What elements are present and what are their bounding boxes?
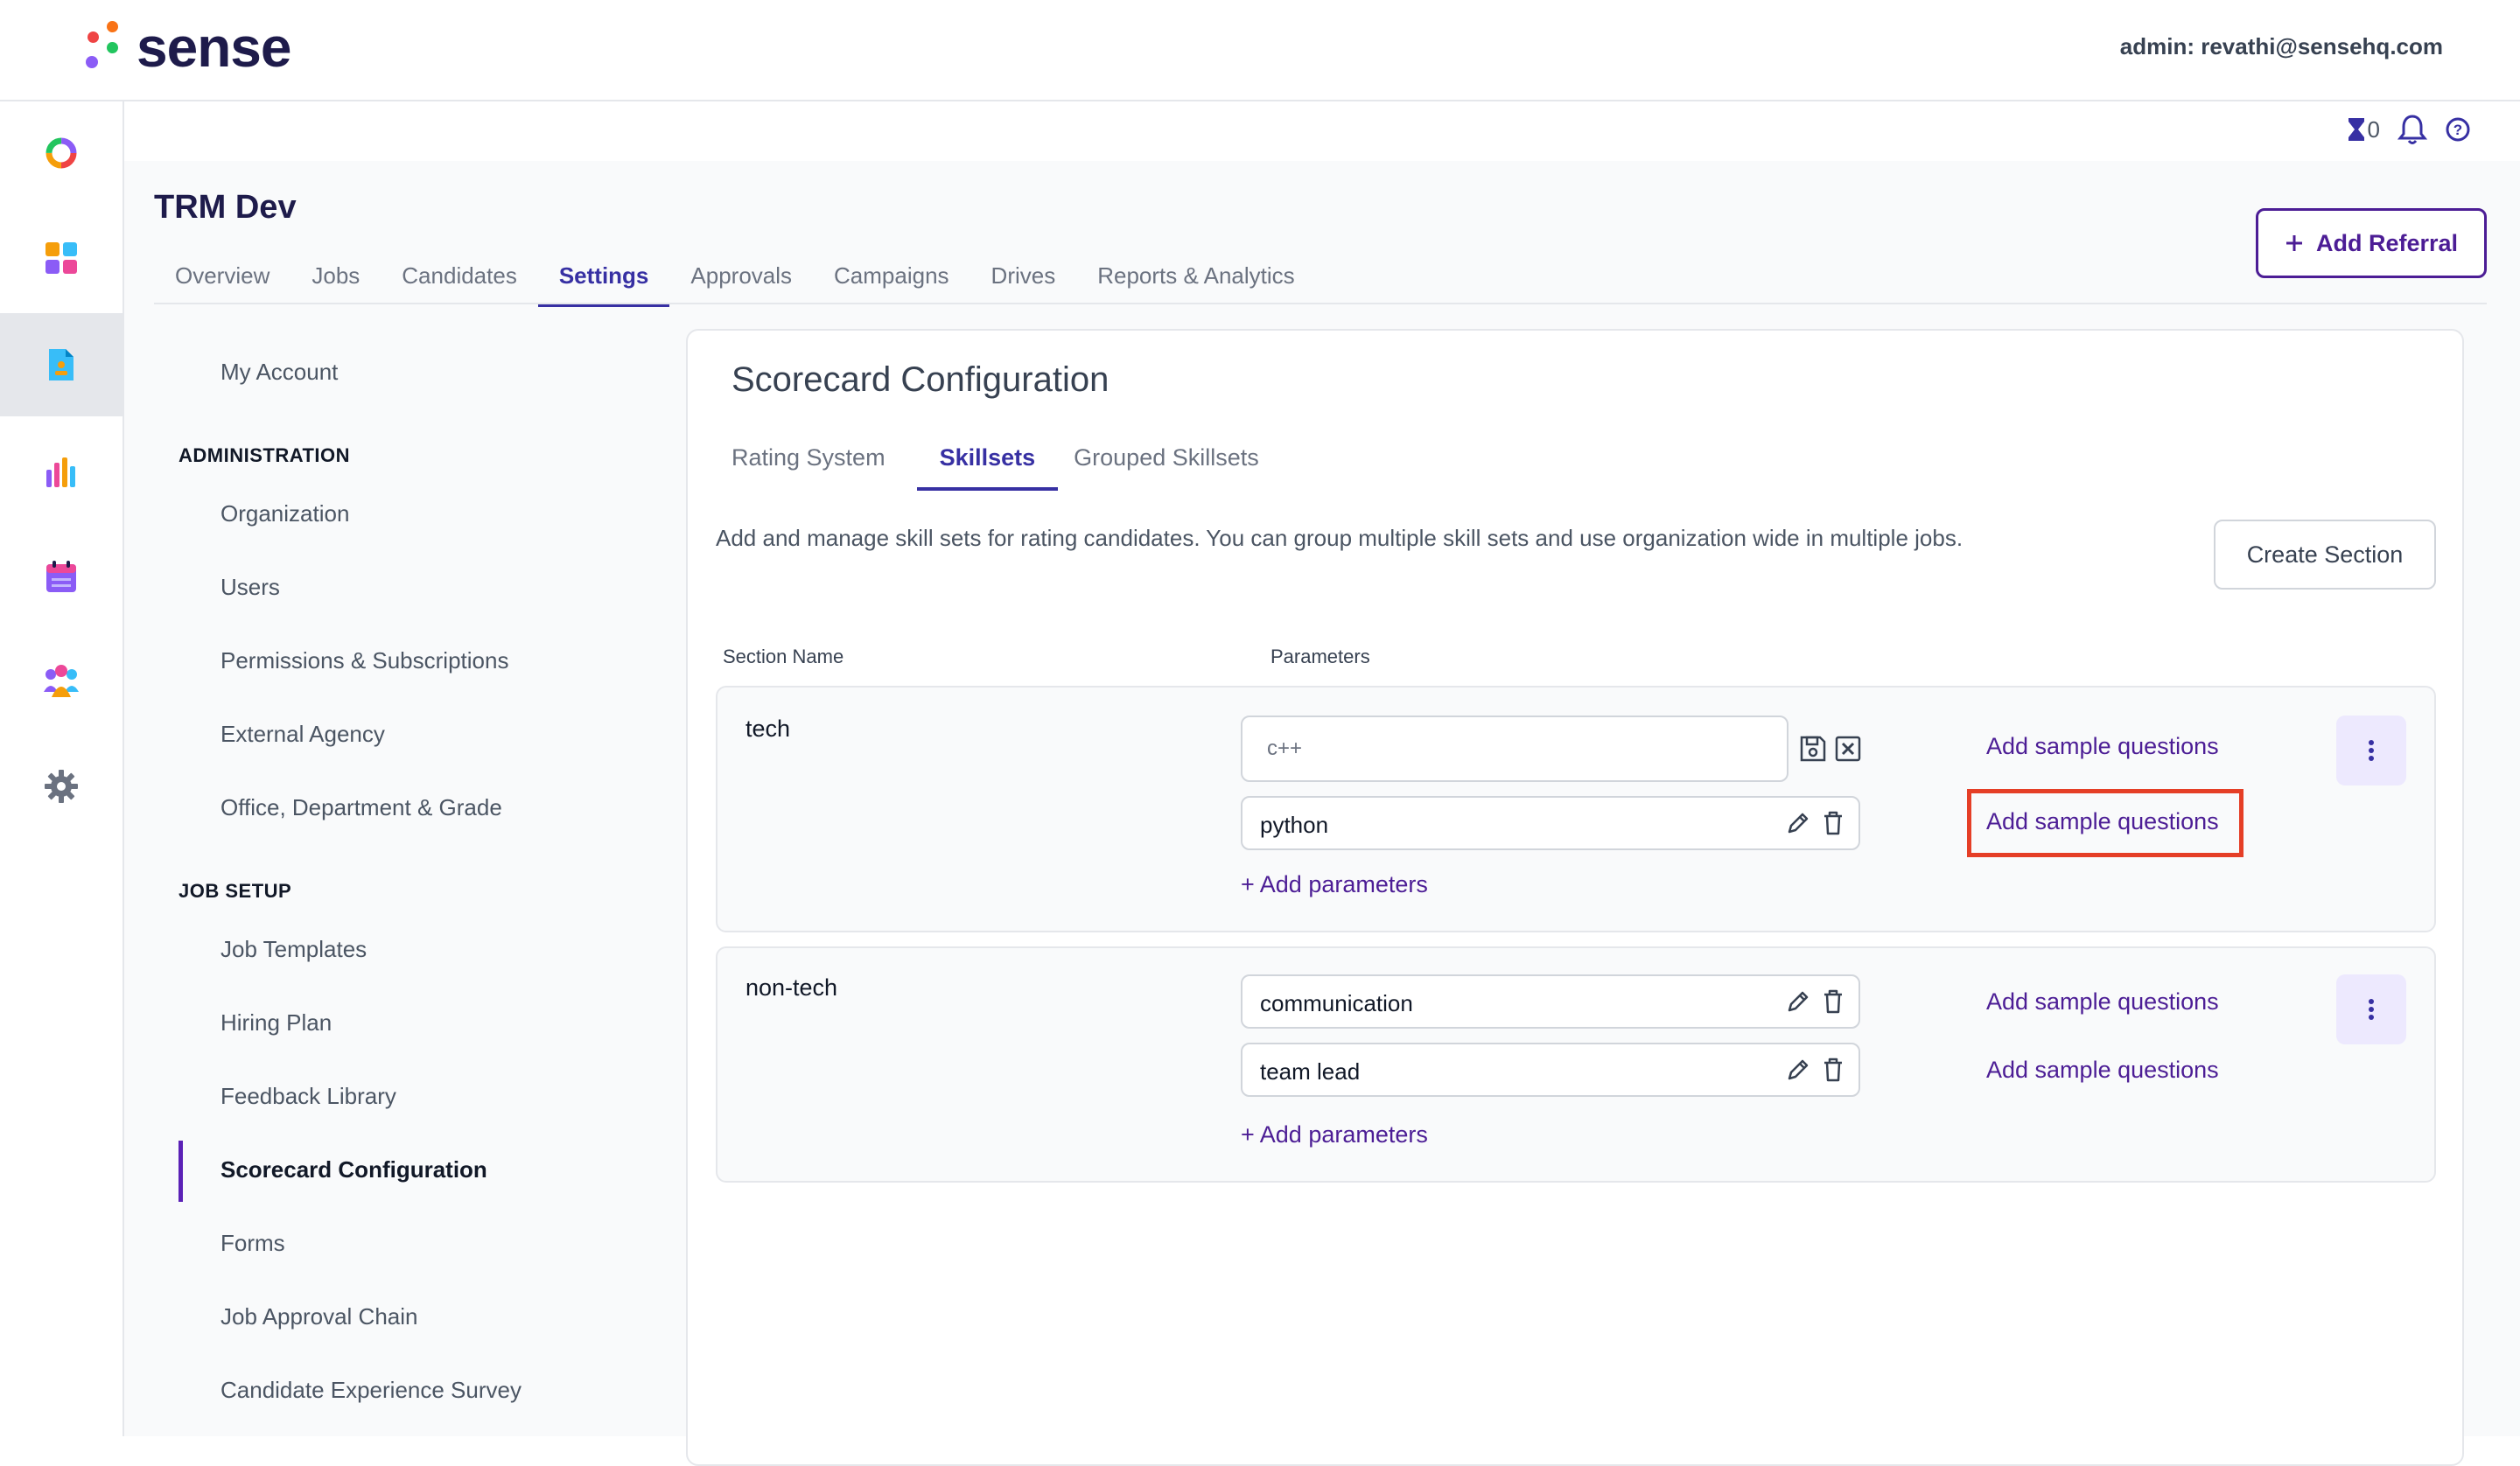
rail-donut[interactable]: [0, 101, 122, 205]
add-sample-questions-link[interactable]: Add sample questions: [1986, 733, 2219, 760]
utility-bar: 0 ?: [124, 101, 2520, 161]
logo-text: sense: [136, 16, 291, 79]
calendar-icon: [46, 561, 76, 592]
tab-campaigns[interactable]: Campaigns: [813, 254, 970, 305]
nav-job-templates[interactable]: Job Templates: [220, 936, 367, 963]
nav-permissions-subscriptions[interactable]: Permissions & Subscriptions: [220, 647, 508, 674]
tab-candidates[interactable]: Candidates: [381, 254, 538, 305]
parameter-name: python: [1260, 812, 1329, 838]
logo-dots-icon: [82, 19, 122, 75]
nav-heading-administration: ADMINISTRATION: [178, 444, 351, 466]
tab-jobs[interactable]: Jobs: [290, 254, 381, 305]
kebab-menu-icon: [2369, 740, 2374, 761]
add-parameters-link[interactable]: + Add parameters: [1241, 871, 1428, 898]
rail-people[interactable]: [0, 630, 122, 733]
nav-my-account[interactable]: My Account: [220, 359, 338, 386]
skillsets-description: Add and manage skill sets for rating can…: [716, 525, 1964, 551]
admin-account-label[interactable]: admin: revathi@sensehq.com: [2120, 33, 2443, 60]
donut-logo-icon: [46, 137, 77, 169]
kebab-menu-icon: [2369, 999, 2374, 1020]
analytics-icon: [46, 457, 75, 487]
svg-text:?: ?: [2454, 122, 2462, 138]
pending-count: 0: [2367, 115, 2380, 143]
parameter-row: python: [1241, 796, 1860, 850]
add-parameters-link[interactable]: + Add parameters: [1241, 1121, 1428, 1148]
scorecard-title: Scorecard Configuration: [732, 360, 1110, 399]
tabs-divider: [154, 303, 2487, 304]
tab-drives[interactable]: Drives: [970, 254, 1077, 305]
tab-reports-analytics[interactable]: Reports & Analytics: [1076, 254, 1315, 305]
pending-tasks[interactable]: 0: [2347, 116, 2380, 143]
main-tabs: Overview Jobs Candidates Settings Approv…: [154, 254, 1316, 307]
section-name: tech: [746, 716, 791, 742]
settings-gear-icon: [45, 770, 78, 803]
rail-jobs[interactable]: [0, 313, 122, 416]
section-tech: tech Add sample questions python: [716, 686, 2436, 932]
col-parameters: Parameters: [1270, 646, 1370, 667]
section-non-tech: non-tech communication Add sample questi…: [716, 946, 2436, 1183]
add-sample-questions-link[interactable]: Add sample questions: [1986, 808, 2219, 835]
nav-external-agency[interactable]: External Agency: [220, 721, 385, 748]
add-sample-questions-link[interactable]: Add sample questions: [1986, 988, 2219, 1016]
people-icon: [44, 665, 79, 697]
section-name: non-tech: [746, 974, 838, 1001]
nav-scorecard-configuration[interactable]: Scorecard Configuration: [220, 1156, 487, 1183]
parameter-row: communication: [1241, 974, 1860, 1029]
nav-active-indicator: [178, 1141, 183, 1202]
rail-calendar[interactable]: [0, 525, 122, 628]
bell-icon[interactable]: [2398, 114, 2427, 145]
plus-icon: [2286, 235, 2302, 251]
document-icon: [49, 349, 74, 380]
nav-organization[interactable]: Organization: [220, 500, 349, 527]
tab-settings[interactable]: Settings: [537, 254, 670, 307]
nav-heading-job-setup: JOB SETUP: [178, 880, 292, 902]
edit-pencil-icon[interactable]: [1785, 810, 1811, 836]
tab-skillsets[interactable]: Skillsets: [916, 444, 1059, 491]
add-sample-questions-link[interactable]: Add sample questions: [1986, 1057, 2219, 1084]
cancel-edit-icon[interactable]: [1834, 735, 1862, 763]
rail-dashboard[interactable]: [0, 206, 122, 310]
rail-analytics[interactable]: [0, 420, 122, 523]
section-menu-button[interactable]: [2336, 974, 2406, 1044]
tab-rating-system[interactable]: Rating System: [732, 444, 905, 491]
parameter-row: team lead: [1241, 1043, 1860, 1097]
delete-trash-icon[interactable]: [1822, 988, 1844, 1015]
scorecard-card: Scorecard Configuration Rating System Sk…: [686, 329, 2464, 1466]
sense-logo[interactable]: sense: [82, 16, 291, 79]
dashboard-grid-icon: [46, 242, 77, 274]
scorecard-tabs: Rating System Skillsets Grouped Skillset…: [732, 444, 1294, 491]
section-menu-button[interactable]: [2336, 716, 2406, 785]
tab-approvals[interactable]: Approvals: [669, 254, 813, 305]
rail-settings[interactable]: [0, 735, 122, 838]
col-section-name: Section Name: [723, 646, 844, 667]
nav-office-department-grade[interactable]: Office, Department & Grade: [220, 794, 502, 821]
top-bar: sense admin: revathi@sensehq.com: [0, 0, 2520, 101]
edit-pencil-icon[interactable]: [1785, 988, 1811, 1015]
nav-feedback-library[interactable]: Feedback Library: [220, 1083, 396, 1110]
delete-trash-icon[interactable]: [1822, 1057, 1844, 1083]
create-section-button[interactable]: Create Section: [2214, 520, 2436, 590]
add-referral-label: Add Referral: [2315, 229, 2459, 256]
hourglass-icon: [2348, 118, 2364, 141]
help-icon[interactable]: ?: [2445, 116, 2471, 143]
add-referral-button[interactable]: Add Referral: [2256, 208, 2487, 278]
nav-candidate-experience-survey[interactable]: Candidate Experience Survey: [220, 1377, 522, 1404]
left-rail: [0, 101, 124, 1436]
nav-forms[interactable]: Forms: [220, 1230, 285, 1257]
save-icon[interactable]: [1799, 735, 1827, 763]
nav-users[interactable]: Users: [220, 574, 280, 601]
parameter-edit-input[interactable]: [1241, 716, 1788, 782]
nav-hiring-plan[interactable]: Hiring Plan: [220, 1009, 332, 1037]
edit-pencil-icon[interactable]: [1785, 1057, 1811, 1083]
parameter-name: communication: [1260, 990, 1413, 1016]
tab-overview[interactable]: Overview: [154, 254, 290, 305]
tab-grouped-skillsets[interactable]: Grouped Skillsets: [1074, 444, 1278, 491]
nav-job-approval-chain[interactable]: Job Approval Chain: [220, 1303, 417, 1330]
page-title: TRM Dev: [154, 189, 297, 226]
parameter-name: team lead: [1260, 1058, 1361, 1085]
delete-trash-icon[interactable]: [1822, 810, 1844, 836]
